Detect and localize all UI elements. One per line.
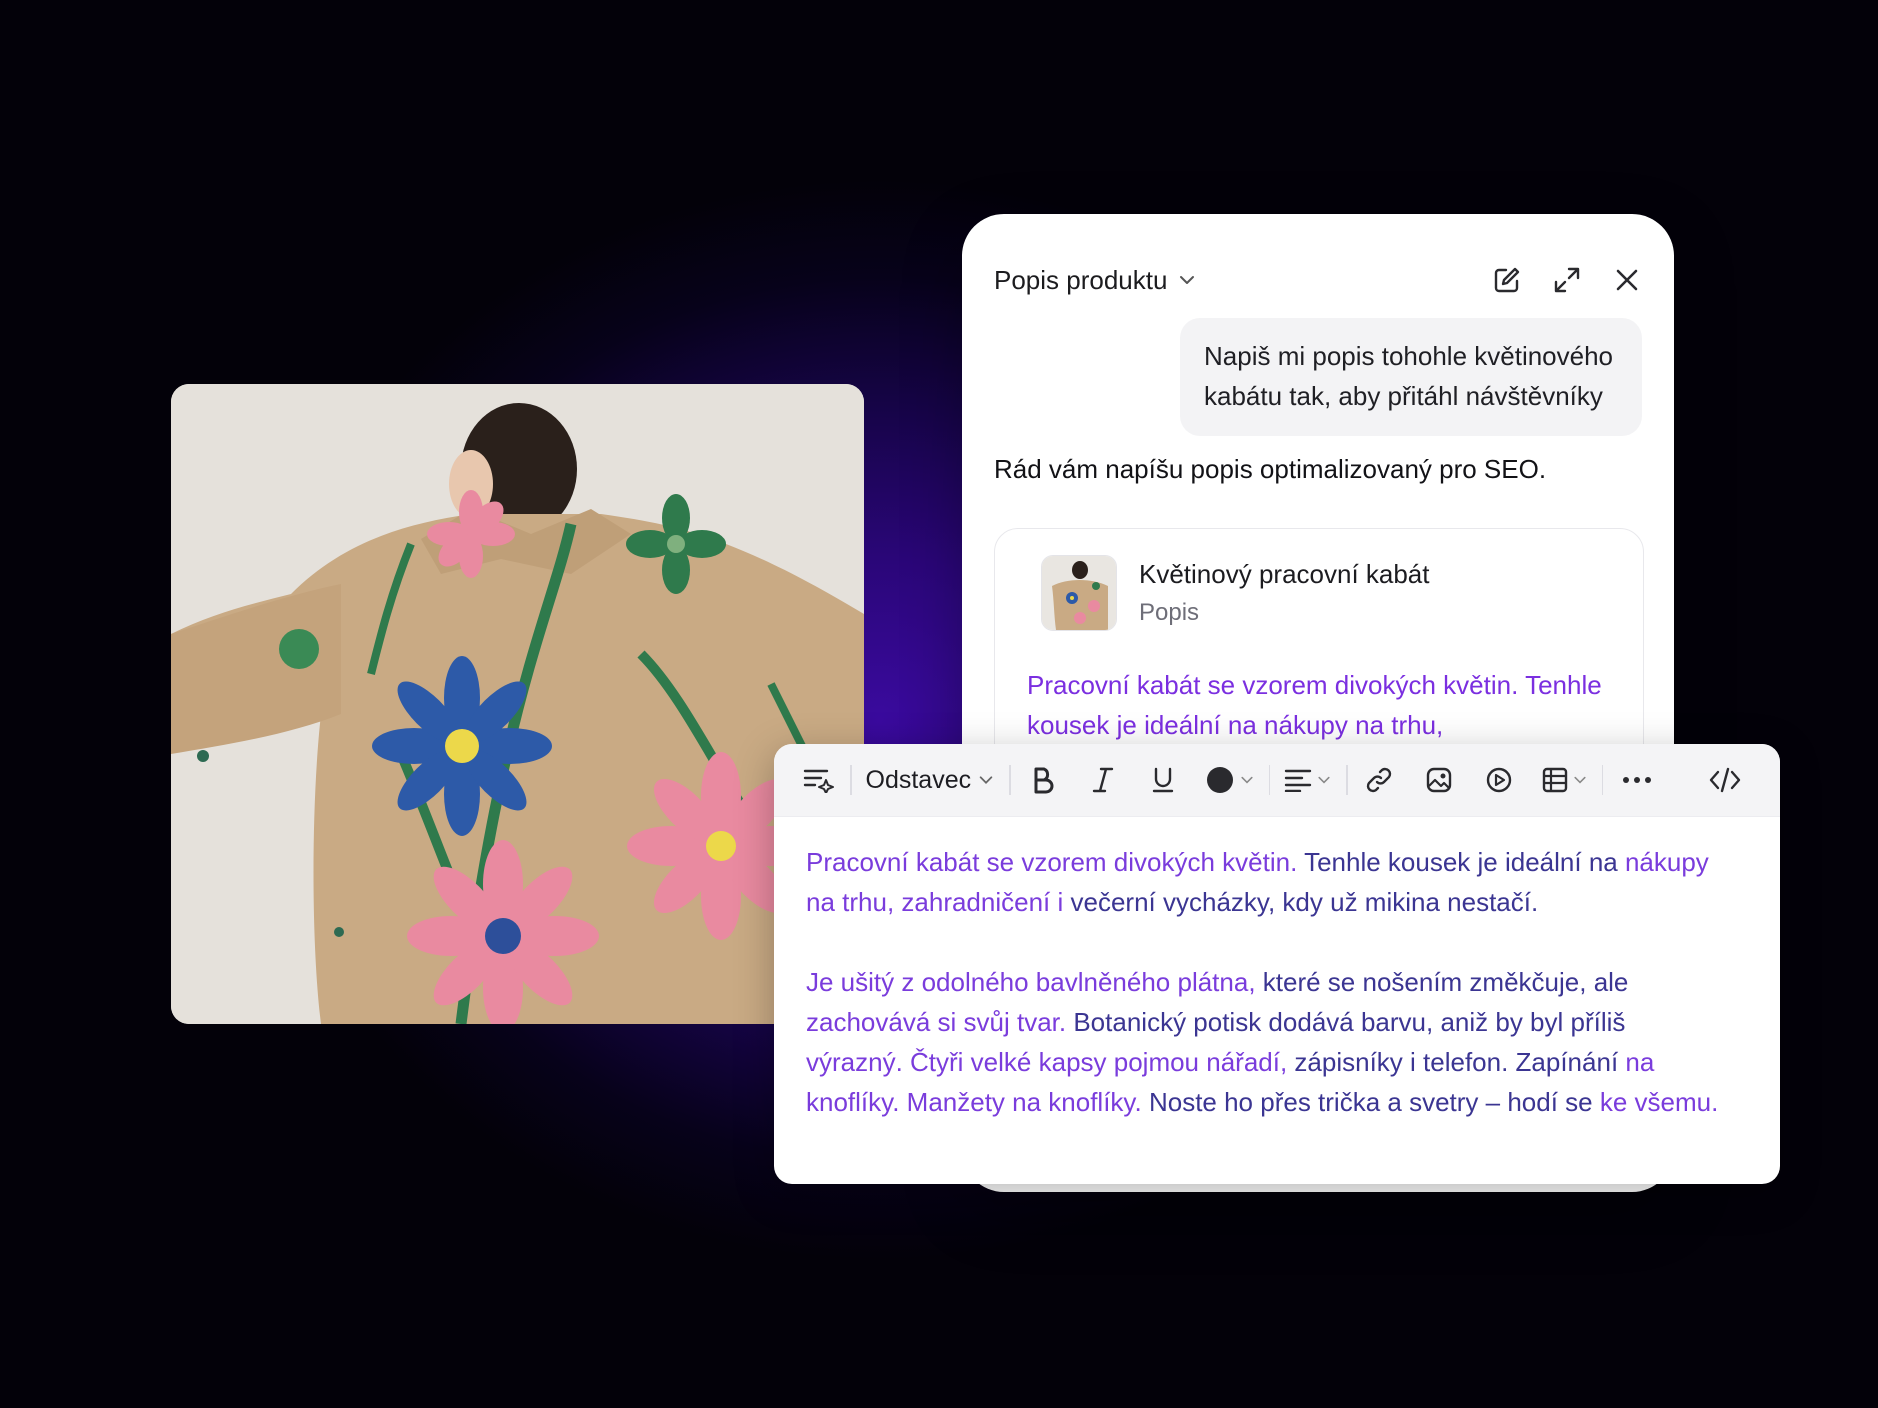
text-span: výrazný. Čtyři velké kapsy pojmou nářadí…	[806, 1047, 1295, 1077]
text-color-icon[interactable]	[1205, 760, 1255, 800]
text-span: zápisníky i telefon. Zapínání	[1294, 1047, 1626, 1077]
ai-format-icon[interactable]	[802, 760, 836, 800]
text-span: večerní vycházky, kdy už mikina nestačí.	[1070, 887, 1539, 917]
text-span: Botanický potisk dodává barvu, aniž by b…	[1073, 1007, 1626, 1037]
italic-icon[interactable]	[1085, 760, 1121, 800]
toolbar-divider	[850, 765, 852, 795]
chevron-down-icon	[1574, 776, 1586, 784]
user-message: Napiš mi popis tohohle květinového kabát…	[1180, 318, 1642, 436]
editor-toolbar: Odstavec	[774, 744, 1780, 817]
product-photo	[171, 384, 864, 1024]
editor-content[interactable]: Pracovní kabát se vzorem divokých květin…	[806, 842, 1720, 1162]
align-icon[interactable]	[1284, 760, 1332, 800]
paragraph-style-label: Odstavec	[865, 765, 972, 794]
text-span: Tenhle kousek je ideální na	[1304, 847, 1625, 877]
toolbar-divider	[1009, 765, 1011, 795]
text-span: které se nošením změkčuje, ale	[1262, 967, 1629, 997]
editor-paragraph: Pracovní kabát se vzorem divokých květin…	[806, 842, 1720, 922]
text-span: Pracovní kabát se vzorem divokých květin…	[806, 847, 1305, 877]
rich-text-editor: Odstavec Pracovní kabát se vzorem divoký…	[774, 744, 1780, 1184]
floral-coat-image	[171, 384, 864, 1024]
bold-icon[interactable]	[1025, 760, 1061, 800]
card-description: Pracovní kabát se vzorem divokých květin…	[1027, 670, 1602, 740]
expand-icon[interactable]	[1552, 265, 1582, 295]
text-span: ke všemu.	[1599, 1087, 1719, 1117]
underline-icon[interactable]	[1145, 760, 1181, 800]
code-icon[interactable]	[1705, 760, 1745, 800]
chevron-down-icon	[979, 776, 993, 784]
chevron-down-icon	[1318, 776, 1330, 784]
link-icon[interactable]	[1362, 760, 1396, 800]
chevron-down-icon	[1241, 776, 1253, 784]
card-title: Květinový pracovní kabát	[1139, 559, 1430, 589]
more-icon[interactable]	[1617, 760, 1657, 800]
chevron-down-icon[interactable]	[1177, 270, 1197, 290]
toolbar-divider	[1601, 765, 1604, 795]
video-icon[interactable]	[1482, 760, 1516, 800]
edit-icon[interactable]	[1492, 265, 1522, 295]
text-span: zachovává si svůj tvar.	[806, 1007, 1074, 1037]
toolbar-divider	[1346, 765, 1348, 795]
chat-header: Popis produktu	[994, 252, 1642, 308]
chat-title[interactable]: Popis produktu	[994, 265, 1167, 296]
table-icon[interactable]	[1542, 760, 1588, 800]
toolbar-divider	[1268, 765, 1271, 795]
editor-paragraph: Je ušitý z odolného bavlněného plátna, k…	[806, 962, 1720, 1122]
assistant-message: Rád vám napíšu popis optimalizovaný pro …	[994, 454, 1547, 484]
paragraph-style-select[interactable]: Odstavec	[866, 760, 996, 800]
card-subtitle: Popis	[1139, 599, 1200, 626]
close-icon[interactable]	[1612, 265, 1642, 295]
product-thumbnail	[1041, 555, 1117, 631]
text-span: Je ušitý z odolného bavlněného plátna,	[806, 967, 1263, 997]
text-span: Noste ho přes trička a svetry – hodí se	[1148, 1087, 1600, 1117]
image-icon[interactable]	[1422, 760, 1456, 800]
